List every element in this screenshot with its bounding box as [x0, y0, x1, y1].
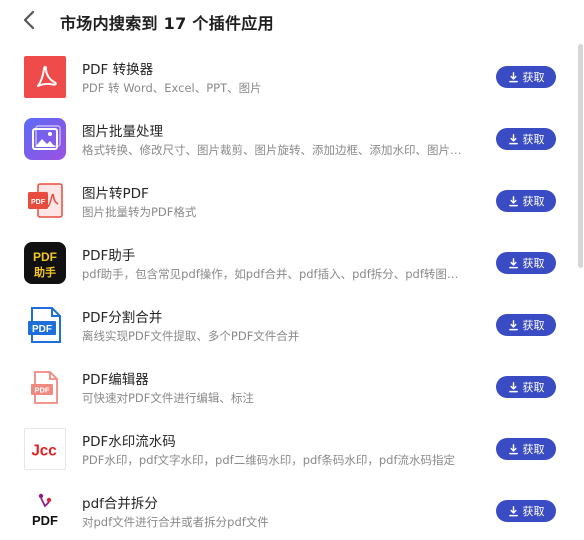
- scrollbar[interactable]: [578, 44, 583, 268]
- plugin-list: PDF 转换器 PDF 转 Word、Excel、PPT、图片 获取 图片批量处…: [0, 42, 576, 538]
- get-button-label: 获取: [522, 195, 545, 208]
- back-arrow-icon[interactable]: [18, 8, 42, 32]
- pdf-converter-icon: [24, 56, 66, 98]
- plugin-description: 格式转换、修改尺寸、图片裁剪、图片旋转、添加边框、添加水印、图片…: [82, 143, 462, 157]
- plugin-name: PDF助手: [82, 248, 136, 264]
- get-button-label: 获取: [522, 443, 545, 456]
- get-button[interactable]: 获取: [496, 66, 556, 88]
- plugin-item-pdf-watermark[interactable]: Jcc PDF水印流水码 PDF水印，pdf文字水印，pdf二维码水印，pdf条…: [0, 414, 576, 476]
- get-button-label: 获取: [522, 505, 545, 518]
- get-button[interactable]: 获取: [496, 190, 556, 212]
- pdf-merge-split-icon-text: PDF: [32, 513, 58, 528]
- plugin-name: PDF分割合并: [82, 310, 163, 326]
- download-icon: [508, 319, 518, 330]
- pdf-assistant-icon: PDF 助手: [24, 242, 66, 284]
- plugin-name: PDF水印流水码: [82, 434, 176, 450]
- plugin-item-pdf-editor[interactable]: PDF PDF编辑器 可快速对PDF文件进行编辑、标注 获取: [0, 352, 576, 414]
- plugin-item-pdf-assistant[interactable]: PDF 助手 PDF助手 pdf助手，包含常见pdf操作，如pdf合并、pdf插…: [0, 228, 576, 290]
- get-button-label: 获取: [522, 257, 545, 270]
- plugin-name: pdf合并拆分: [82, 496, 158, 512]
- plugin-item-image-batch[interactable]: 图片批量处理 格式转换、修改尺寸、图片裁剪、图片旋转、添加边框、添加水印、图片……: [0, 104, 576, 166]
- pdf-watermark-icon-text: Jcc: [31, 443, 57, 460]
- download-icon: [508, 71, 518, 82]
- plugin-name: 图片转PDF: [82, 186, 149, 202]
- plugin-description: 可快速对PDF文件进行编辑、标注: [82, 391, 254, 405]
- download-icon: [508, 195, 518, 206]
- plugin-description: 离线实现PDF文件提取、多个PDF文件合并: [82, 329, 300, 343]
- header: 市场内搜索到 17 个插件应用: [0, 0, 584, 40]
- pdf-merge-split-icon: PDF: [24, 490, 66, 532]
- image-to-pdf-icon: PDF: [24, 180, 66, 222]
- plugin-description: 图片批量转为PDF格式: [82, 205, 197, 219]
- get-button[interactable]: 获取: [496, 376, 556, 398]
- plugin-item-image-to-pdf[interactable]: PDF 图片转PDF 图片批量转为PDF格式 获取: [0, 166, 576, 228]
- get-button[interactable]: 获取: [496, 252, 556, 274]
- plugin-name: PDF编辑器: [82, 372, 149, 388]
- plugin-description: PDF水印，pdf文字水印，pdf二维码水印，pdf条码水印，pdf流水码指定: [82, 453, 455, 467]
- download-icon: [508, 133, 518, 144]
- page-title: 市场内搜索到 17 个插件应用: [60, 14, 274, 33]
- get-button[interactable]: 获取: [496, 438, 556, 460]
- pdf-watermark-icon: Jcc: [24, 428, 66, 470]
- plugin-item-pdf-split-merge[interactable]: PDF PDF分割合并 离线实现PDF文件提取、多个PDF文件合并 获取: [0, 290, 576, 352]
- download-icon: [508, 257, 518, 268]
- pdf-assistant-icon-text-bottom: 助手: [34, 265, 56, 279]
- plugin-name: PDF 转换器: [82, 62, 154, 78]
- get-button-label: 获取: [522, 319, 545, 332]
- plugin-description: pdf助手，包含常见pdf操作，如pdf合并、pdf插入、pdf拆分、pdf转图…: [82, 267, 459, 281]
- pdf-split-merge-icon-text: PDF: [32, 324, 52, 335]
- pdf-editor-icon: PDF: [24, 366, 66, 408]
- plugin-description: PDF 转 Word、Excel、PPT、图片: [82, 81, 262, 95]
- pdf-editor-icon-text: PDF: [35, 386, 50, 395]
- pdf-assistant-icon-text-top: PDF: [33, 250, 57, 264]
- get-button[interactable]: 获取: [496, 500, 556, 522]
- get-button-label: 获取: [522, 133, 545, 146]
- plugin-description: 对pdf文件进行合并或者拆分pdf文件: [82, 515, 269, 529]
- get-button-label: 获取: [522, 71, 545, 84]
- download-icon: [508, 443, 518, 454]
- download-icon: [508, 505, 518, 516]
- plugin-item-pdf-converter[interactable]: PDF 转换器 PDF 转 Word、Excel、PPT、图片 获取: [0, 42, 576, 104]
- get-button[interactable]: 获取: [496, 314, 556, 336]
- plugin-item-pdf-merge-split[interactable]: PDF pdf合并拆分 对pdf文件进行合并或者拆分pdf文件 获取: [0, 476, 576, 538]
- svg-text:PDF: PDF: [31, 199, 46, 206]
- download-icon: [508, 381, 518, 392]
- image-batch-icon: [24, 118, 66, 160]
- get-button-label: 获取: [522, 381, 545, 394]
- pdf-split-merge-icon: PDF: [24, 304, 66, 346]
- get-button[interactable]: 获取: [496, 128, 556, 150]
- plugin-name: 图片批量处理: [82, 124, 163, 140]
